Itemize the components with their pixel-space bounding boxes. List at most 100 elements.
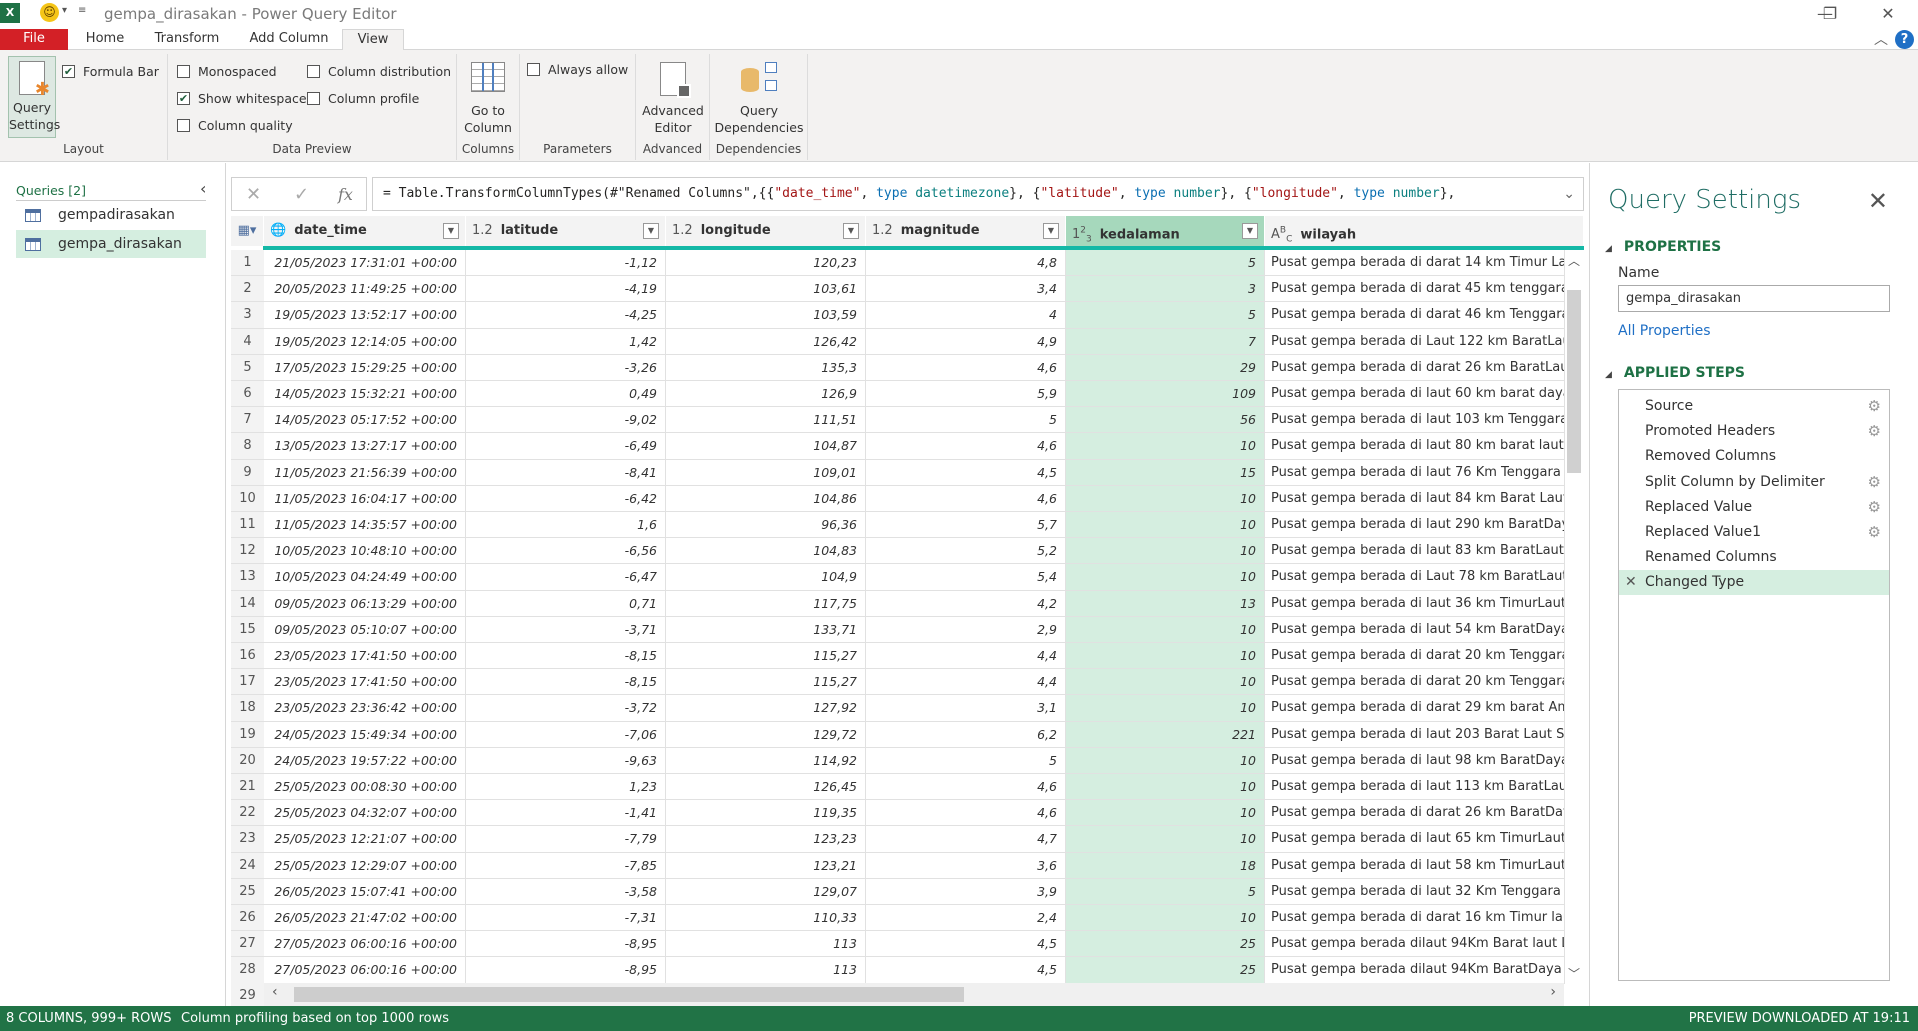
cell-magnitude[interactable]: 5,2 — [866, 538, 1066, 565]
cell-kedalaman[interactable]: 10 — [1066, 433, 1265, 460]
cell-longitude[interactable]: 123,23 — [666, 826, 866, 853]
scroll-up-icon[interactable]: ︿ — [1568, 252, 1580, 269]
cell-wilayah[interactable]: Pusat gempa berada di laut 290 km BaratD… — [1265, 512, 1565, 539]
column-header-longitude[interactable]: 1.2 longitude ▼ — [666, 216, 866, 246]
cell-longitude[interactable]: 109,01 — [666, 459, 866, 486]
decimal-type-icon[interactable]: 1.2 — [472, 223, 493, 238]
cell-latitude[interactable]: -6,49 — [466, 433, 666, 460]
applied-step[interactable]: Promoted Headers ⚙ — [1619, 419, 1889, 444]
scroll-down-icon[interactable]: ﹀ — [1568, 965, 1580, 982]
cell-kedalaman[interactable]: 10 — [1066, 669, 1265, 696]
cell-longitude[interactable]: 126,9 — [666, 381, 866, 408]
cell-wilayah[interactable]: Pusat gempa berada di laut 98 km BaratDa… — [1265, 747, 1565, 775]
cell-kedalaman[interactable]: 25 — [1066, 957, 1265, 984]
query-item[interactable]: gempadirasakan — [16, 201, 206, 229]
cell-wilayah[interactable]: Pusat gempa berada di laut 203 Barat Lau… — [1265, 721, 1565, 748]
cell-longitude[interactable]: 104,83 — [666, 538, 866, 565]
horizontal-scroll-thumb[interactable] — [294, 987, 964, 1002]
applied-steps-section[interactable]: ◢ APPLIED STEPS — [1605, 365, 1745, 381]
cell-latitude[interactable]: -4,25 — [466, 302, 666, 329]
cell-longitude[interactable]: 123,21 — [666, 852, 866, 879]
advanced-editor-button[interactable]: Advanced Editor — [638, 58, 708, 142]
cell-date-time[interactable]: 25/05/2023 04:32:07 +00:00 — [264, 800, 466, 827]
restore-button[interactable]: ❐ — [1810, 2, 1850, 26]
vertical-scrollbar[interactable]: ︿ ﹀ — [1565, 250, 1583, 984]
cell-wilayah[interactable]: Pusat gempa berada di darat 45 km tengga… — [1265, 276, 1565, 303]
step-settings-gear-icon[interactable]: ⚙ — [1868, 495, 1881, 520]
cell-kedalaman[interactable]: 5 — [1066, 302, 1265, 329]
cell-magnitude[interactable]: 4,7 — [866, 826, 1066, 853]
cell-kedalaman[interactable]: 7 — [1066, 328, 1265, 355]
cell-date-time[interactable]: 11/05/2023 21:56:39 +00:00 — [264, 459, 466, 486]
step-settings-gear-icon[interactable]: ⚙ — [1868, 394, 1881, 419]
cell-kedalaman[interactable]: 109 — [1066, 381, 1265, 408]
monospaced-checkbox[interactable]: Monospaced — [177, 64, 277, 79]
tab-transform[interactable]: Transform — [145, 29, 229, 50]
cell-magnitude[interactable]: 3,9 — [866, 878, 1066, 906]
cell-date-time[interactable]: 11/05/2023 14:35:57 +00:00 — [264, 512, 466, 539]
cell-wilayah[interactable]: Pusat gempa berada dilaut 94Km Barat lau… — [1265, 931, 1565, 958]
cell-wilayah[interactable]: Pusat gempa berada di darat 29 km barat … — [1265, 695, 1565, 722]
query-name-input[interactable]: gempa_dirasakan — [1618, 285, 1890, 312]
cell-longitude[interactable]: 111,51 — [666, 407, 866, 434]
cell-date-time[interactable]: 14/05/2023 05:17:52 +00:00 — [264, 407, 466, 434]
cell-longitude[interactable]: 115,27 — [666, 643, 866, 670]
cell-magnitude[interactable]: 4,4 — [866, 669, 1066, 696]
column-header-wilayah[interactable]: ABC wilayah — [1265, 216, 1584, 246]
cell-date-time[interactable]: 27/05/2023 06:00:16 +00:00 — [264, 931, 466, 958]
cell-kedalaman[interactable]: 10 — [1066, 905, 1265, 932]
cell-latitude[interactable]: -7,85 — [466, 852, 666, 879]
text-type-icon[interactable]: ABC — [1271, 226, 1292, 245]
cell-wilayah[interactable]: Pusat gempa berada di laut 32 Km Tenggar… — [1265, 878, 1565, 906]
collapse-ribbon-icon[interactable]: ︿ — [1874, 29, 1888, 49]
cell-magnitude[interactable]: 5,7 — [866, 512, 1066, 539]
cell-kedalaman[interactable]: 10 — [1066, 564, 1265, 591]
cell-magnitude[interactable]: 4,6 — [866, 485, 1066, 513]
cell-latitude[interactable]: 1,23 — [466, 774, 666, 801]
cell-date-time[interactable]: 09/05/2023 05:10:07 +00:00 — [264, 616, 466, 644]
cell-kedalaman[interactable]: 5 — [1066, 878, 1265, 906]
cell-magnitude[interactable]: 4,6 — [866, 354, 1066, 382]
cell-wilayah[interactable]: Pusat gempa berada di darat 46 km Tengga… — [1265, 302, 1565, 329]
cell-kedalaman[interactable]: 18 — [1066, 852, 1265, 879]
cell-latitude[interactable]: -7,79 — [466, 826, 666, 853]
smiley-feedback-icon[interactable]: ☺ — [40, 3, 59, 22]
go-to-column-button[interactable]: Go to Column — [459, 58, 517, 142]
cell-wilayah[interactable]: Pusat gempa berada di laut 60 km barat d… — [1265, 381, 1565, 408]
cell-latitude[interactable]: -7,31 — [466, 905, 666, 932]
step-settings-gear-icon[interactable]: ⚙ — [1868, 419, 1881, 444]
tab-view[interactable]: View — [342, 29, 404, 51]
cell-wilayah[interactable]: Pusat gempa berada di laut 76 Km Tenggar… — [1265, 459, 1565, 486]
column-quality-checkbox[interactable]: Column quality — [177, 118, 293, 133]
cell-longitude[interactable]: 135,3 — [666, 354, 866, 382]
cell-date-time[interactable]: 25/05/2023 12:29:07 +00:00 — [264, 852, 466, 879]
cell-magnitude[interactable]: 2,4 — [866, 905, 1066, 932]
cell-wilayah[interactable]: Pusat gempa berada di laut 36 km TimurLa… — [1265, 590, 1565, 617]
formula-input[interactable]: = Table.TransformColumnTypes(#"Renamed C… — [372, 177, 1584, 211]
cell-longitude[interactable]: 113 — [666, 931, 866, 958]
cell-longitude[interactable]: 126,42 — [666, 328, 866, 355]
cell-longitude[interactable]: 113 — [666, 957, 866, 984]
customize-quick-access-icon[interactable]: ≡ — [78, 5, 86, 16]
applied-step[interactable]: Renamed Columns — [1619, 545, 1889, 570]
cell-date-time[interactable]: 26/05/2023 21:47:02 +00:00 — [264, 905, 466, 932]
cell-latitude[interactable]: 0,71 — [466, 590, 666, 617]
cell-wilayah[interactable]: Pusat gempa berada di darat 20 km Tengga… — [1265, 643, 1565, 670]
fx-icon[interactable]: fx — [338, 185, 353, 204]
cell-wilayah[interactable]: Pusat gempa berada di darat 16 km Timur … — [1265, 905, 1565, 932]
cell-longitude[interactable]: 104,86 — [666, 485, 866, 513]
cell-latitude[interactable]: -9,63 — [466, 747, 666, 775]
datetimezone-type-icon[interactable]: 🌐 — [270, 223, 286, 238]
cell-latitude[interactable]: -8,15 — [466, 643, 666, 670]
cell-kedalaman[interactable]: 29 — [1066, 354, 1265, 382]
cell-magnitude[interactable]: 4,9 — [866, 328, 1066, 355]
commit-formula-icon[interactable]: ✓ — [294, 184, 309, 205]
filter-dropdown-icon[interactable]: ▼ — [1043, 223, 1059, 239]
cell-kedalaman[interactable]: 13 — [1066, 590, 1265, 617]
cell-date-time[interactable]: 17/05/2023 15:29:25 +00:00 — [264, 354, 466, 382]
cell-longitude[interactable]: 127,92 — [666, 695, 866, 722]
whole-number-type-icon[interactable]: 123 — [1072, 226, 1092, 245]
column-distribution-checkbox[interactable]: Column distribution — [307, 64, 451, 79]
tab-home[interactable]: Home — [74, 29, 136, 50]
cell-longitude[interactable]: 104,87 — [666, 433, 866, 460]
